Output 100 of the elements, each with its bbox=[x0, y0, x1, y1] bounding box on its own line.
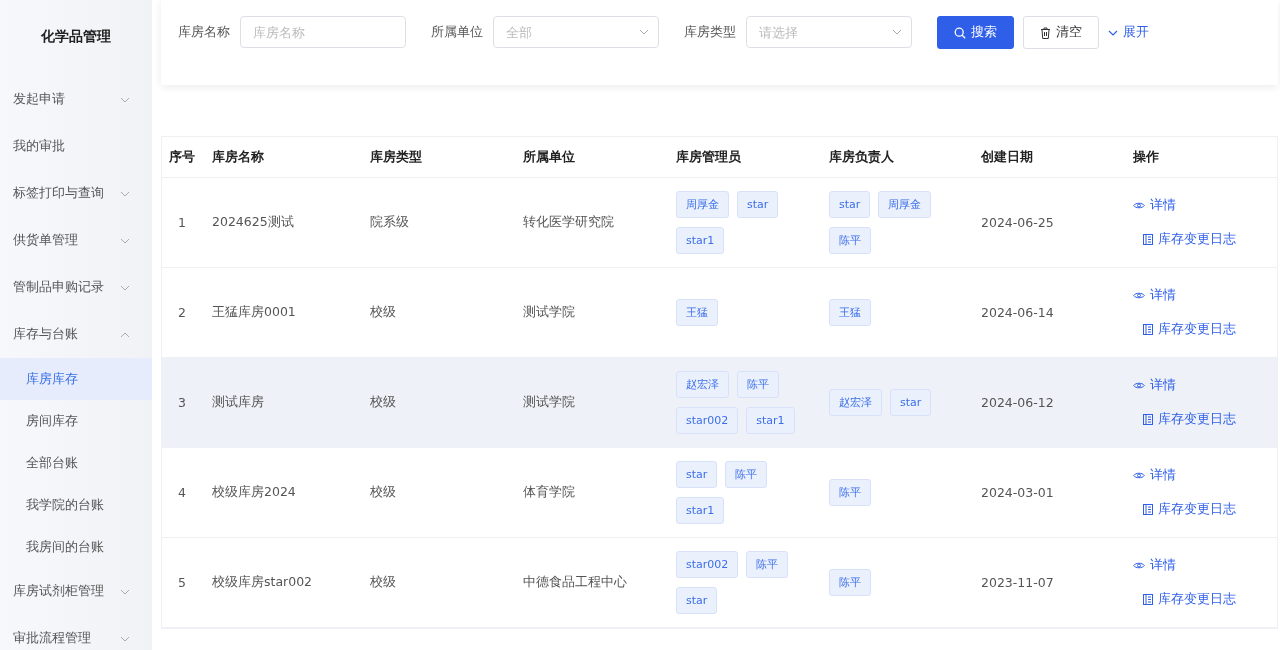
eye-icon bbox=[1133, 561, 1145, 570]
person-tag: 陈平 bbox=[725, 461, 768, 488]
chevron-icon bbox=[120, 237, 130, 244]
table-cell: 2024-06-12 bbox=[981, 395, 1054, 410]
table-cell: 校级 bbox=[370, 394, 396, 411]
person-tag: 陈平 bbox=[829, 479, 871, 506]
book-icon bbox=[1143, 594, 1153, 605]
table-cell: 5 bbox=[178, 575, 186, 590]
submenu-item[interactable]: 库房库存 bbox=[0, 358, 152, 400]
table-cell: 中德食品工程中心 bbox=[523, 574, 627, 591]
eye-icon bbox=[1133, 381, 1145, 390]
details-link[interactable]: 详情 bbox=[1133, 467, 1236, 484]
eye-icon bbox=[1133, 471, 1145, 480]
chevron-icon bbox=[120, 284, 130, 291]
table-cell: 校级 bbox=[370, 304, 396, 321]
change-log-link[interactable]: 库存变更日志 bbox=[1143, 411, 1236, 428]
table-cell: 2024-03-01 bbox=[981, 485, 1054, 500]
person-tag: star002 bbox=[676, 407, 739, 434]
book-icon bbox=[1143, 414, 1153, 425]
menu-item[interactable]: 我的审批 bbox=[0, 123, 152, 170]
person-tag: star1 bbox=[746, 407, 795, 434]
chevron-icon bbox=[892, 29, 902, 35]
column-header: 序号 bbox=[169, 148, 195, 166]
submenu-item[interactable]: 我学院的台账 bbox=[0, 484, 152, 526]
chevron-icon bbox=[120, 588, 130, 595]
person-tag: 陈平 bbox=[829, 569, 871, 596]
text-field[interactable]: 库房名称 bbox=[240, 16, 406, 48]
table-cell: 体育学院 bbox=[523, 484, 575, 501]
menu-item[interactable]: 管制品申购记录 bbox=[0, 264, 152, 311]
select-field[interactable]: 全部 bbox=[493, 16, 659, 48]
chevron-icon bbox=[120, 331, 130, 338]
table-cell: 2024-06-14 bbox=[981, 305, 1054, 320]
select-field[interactable]: 请选择 bbox=[746, 16, 912, 48]
trash-icon bbox=[1040, 26, 1051, 39]
details-link[interactable]: 详情 bbox=[1133, 557, 1236, 574]
filter-label: 库房名称 bbox=[178, 23, 230, 41]
table-cell: 校级 bbox=[370, 484, 396, 501]
change-log-link[interactable]: 库存变更日志 bbox=[1143, 591, 1236, 608]
menu-item[interactable]: 发起申请 bbox=[0, 76, 152, 123]
menu-item[interactable]: 审批流程管理 bbox=[0, 615, 152, 650]
filter-label: 库房类型 bbox=[684, 23, 736, 41]
book-icon bbox=[1143, 504, 1153, 515]
column-header: 创建日期 bbox=[981, 148, 1033, 166]
details-link[interactable]: 详情 bbox=[1133, 287, 1236, 304]
person-tag: star002 bbox=[676, 551, 739, 578]
chevron-icon bbox=[120, 635, 130, 642]
menu-item[interactable]: 库存与台账 bbox=[0, 311, 152, 358]
menu-item[interactable]: 库房试剂柜管理 bbox=[0, 568, 152, 615]
submenu-item[interactable]: 房间库存 bbox=[0, 400, 152, 442]
table-cell: 王猛库房0001 bbox=[212, 304, 296, 321]
person-tag: star bbox=[676, 587, 718, 614]
person-tag: 陈平 bbox=[746, 551, 789, 578]
chevron-icon bbox=[1108, 29, 1118, 36]
change-log-link[interactable]: 库存变更日志 bbox=[1143, 231, 1236, 248]
menu-item[interactable]: 标签打印与查询 bbox=[0, 170, 152, 217]
table-cell: 4 bbox=[178, 485, 186, 500]
chevron-icon bbox=[120, 96, 130, 103]
submenu-item[interactable]: 全部台账 bbox=[0, 442, 152, 484]
clear-button[interactable]: 清空 bbox=[1023, 16, 1099, 49]
table-cell: 1 bbox=[178, 215, 186, 230]
table-cell: 转化医学研究院 bbox=[523, 214, 614, 231]
change-log-link[interactable]: 库存变更日志 bbox=[1143, 321, 1236, 338]
filter-label: 所属单位 bbox=[431, 23, 483, 41]
column-header: 所属单位 bbox=[523, 148, 575, 166]
search-button[interactable]: 搜索 bbox=[937, 16, 1014, 49]
table-cell: 校级库房star002 bbox=[212, 574, 313, 591]
person-tag: 周厚金 bbox=[878, 191, 932, 218]
person-tag: 陈平 bbox=[737, 371, 779, 398]
menu-item[interactable]: 供货单管理 bbox=[0, 217, 152, 264]
app-title: 化学品管理 bbox=[40, 27, 112, 46]
column-header: 操作 bbox=[1133, 148, 1159, 166]
column-header: 库房名称 bbox=[212, 148, 264, 166]
details-link[interactable]: 详情 bbox=[1133, 197, 1236, 214]
eye-icon bbox=[1133, 291, 1145, 300]
column-header: 库房管理员 bbox=[676, 148, 741, 166]
table-cell: 测试学院 bbox=[523, 304, 575, 321]
person-tag: star bbox=[829, 191, 871, 218]
table-cell: 测试学院 bbox=[523, 394, 575, 411]
person-tag: 赵宏泽 bbox=[829, 389, 882, 416]
table-cell: 校级库房2024 bbox=[212, 484, 296, 501]
person-tag: star1 bbox=[676, 497, 725, 524]
column-header: 库房负责人 bbox=[829, 148, 894, 166]
table-cell: 2 bbox=[178, 305, 186, 320]
person-tag: 周厚金 bbox=[676, 191, 729, 218]
expand-link[interactable]: 展开 bbox=[1108, 16, 1149, 49]
eye-icon bbox=[1133, 201, 1145, 210]
person-tag: 王猛 bbox=[829, 299, 871, 326]
table-cell: 测试库房 bbox=[212, 394, 264, 411]
person-tag: 王猛 bbox=[676, 299, 718, 326]
person-tag: star bbox=[890, 389, 932, 416]
table-cell: 3 bbox=[178, 395, 186, 410]
person-tag: 赵宏泽 bbox=[676, 371, 729, 398]
table-cell: 2024-06-25 bbox=[981, 215, 1054, 230]
person-tag: star bbox=[676, 461, 718, 488]
table-cell: 校级 bbox=[370, 574, 396, 591]
column-header: 库房类型 bbox=[370, 148, 422, 166]
change-log-link[interactable]: 库存变更日志 bbox=[1143, 501, 1236, 518]
book-icon bbox=[1143, 234, 1153, 245]
submenu-item[interactable]: 我房间的台账 bbox=[0, 526, 152, 568]
details-link[interactable]: 详情 bbox=[1133, 377, 1236, 394]
